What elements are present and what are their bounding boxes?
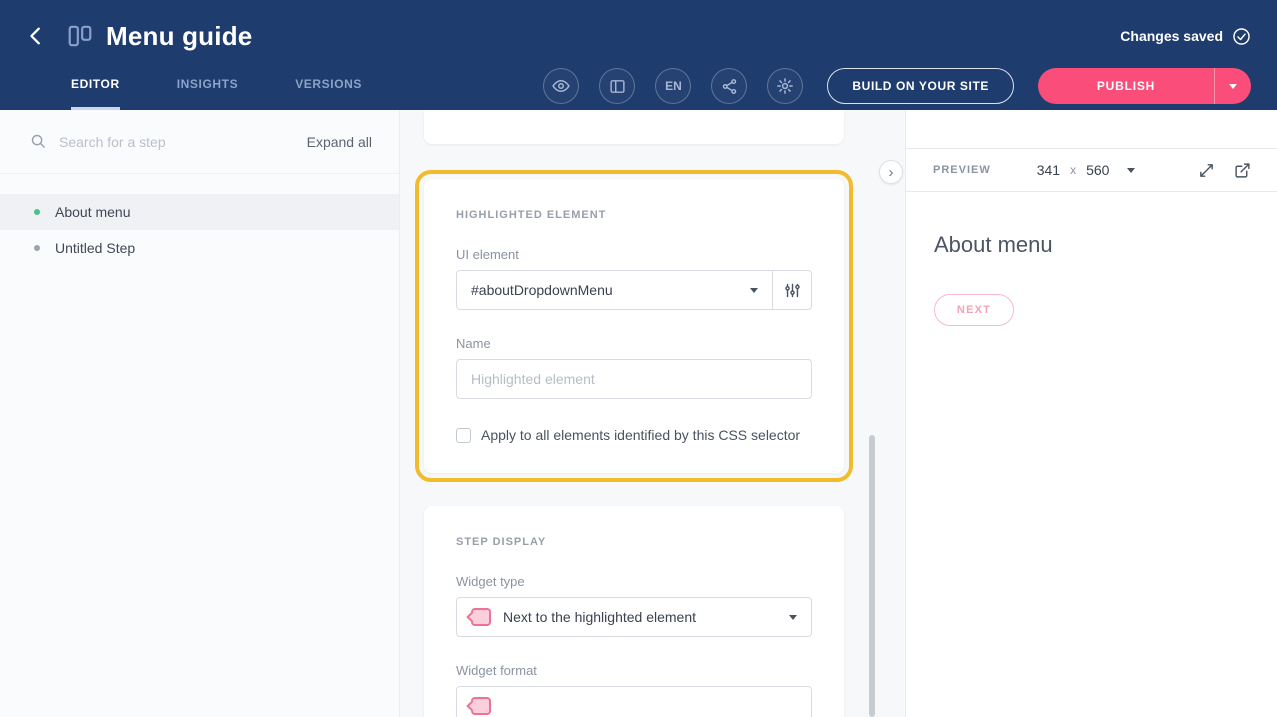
check-circle-icon bbox=[1232, 27, 1251, 46]
step-item-label: About menu bbox=[55, 204, 131, 220]
chevron-down-icon bbox=[1229, 84, 1237, 89]
chevron-down-icon bbox=[1127, 168, 1135, 173]
share-icon bbox=[721, 78, 738, 95]
preview-dimensions-dropdown[interactable]: 341 x 560 bbox=[1037, 162, 1136, 178]
tab-versions[interactable]: VERSIONS bbox=[295, 62, 362, 110]
tab-editor[interactable]: EDITOR bbox=[71, 62, 120, 110]
widget-format-label: Widget format bbox=[456, 663, 812, 678]
steps-sidebar: Expand all About menu Untitled Step bbox=[0, 110, 400, 717]
element-advanced-settings-button[interactable] bbox=[772, 270, 812, 310]
step-item-label: Untitled Step bbox=[55, 240, 135, 256]
settings-button[interactable] bbox=[767, 68, 803, 104]
share-button[interactable] bbox=[711, 68, 747, 104]
editor-scrollbar-thumb[interactable] bbox=[869, 435, 875, 717]
widget-format-select[interactable] bbox=[456, 686, 812, 717]
ui-element-row: #aboutDropdownMenu bbox=[456, 270, 812, 310]
expand-icon bbox=[1198, 162, 1215, 179]
element-name-input[interactable] bbox=[456, 359, 812, 399]
name-label: Name bbox=[456, 336, 812, 351]
dimension-separator: x bbox=[1070, 163, 1076, 177]
gear-icon bbox=[776, 77, 794, 95]
search-icon bbox=[30, 133, 47, 150]
build-on-your-site-button[interactable]: BUILD ON YOUR SITE bbox=[827, 68, 1014, 104]
preview-header-actions bbox=[1195, 159, 1253, 181]
expand-all-link[interactable]: Expand all bbox=[307, 134, 372, 150]
ui-element-select[interactable]: #aboutDropdownMenu bbox=[456, 270, 773, 310]
editor-panel: HIGHLIGHTED ELEMENT UI element #aboutDro… bbox=[400, 110, 905, 717]
changes-saved-status: Changes saved bbox=[1120, 27, 1251, 46]
language-button[interactable]: EN bbox=[655, 68, 691, 104]
highlighted-card-ring: HIGHLIGHTED ELEMENT UI element #aboutDro… bbox=[415, 170, 853, 482]
apply-all-label: Apply to all elements identified by this… bbox=[481, 427, 800, 443]
external-link-icon bbox=[1234, 162, 1251, 179]
search-input[interactable] bbox=[59, 134, 295, 150]
header-tabs: EDITOR INSIGHTS VERSIONS bbox=[71, 62, 362, 110]
publish-button[interactable]: PUBLISH bbox=[1038, 68, 1214, 104]
sliders-icon bbox=[784, 282, 801, 299]
language-label: EN bbox=[665, 79, 682, 93]
chevron-down-icon bbox=[789, 615, 797, 620]
eye-icon bbox=[552, 77, 570, 95]
page-title: Menu guide bbox=[106, 21, 252, 52]
tab-insights[interactable]: INSIGHTS bbox=[177, 62, 238, 110]
preview-panel: PREVIEW 341 x 560 About menu bbox=[905, 110, 1277, 717]
previous-settings-card-partial bbox=[424, 110, 844, 144]
step-item-about-menu[interactable]: About menu bbox=[0, 194, 399, 230]
widget-type-select[interactable]: Next to the highlighted element bbox=[456, 597, 812, 637]
ui-element-value: #aboutDropdownMenu bbox=[471, 282, 750, 298]
preview-label: PREVIEW bbox=[933, 164, 991, 176]
section-title: HIGHLIGHTED ELEMENT bbox=[456, 209, 812, 221]
header-actions: EN BUILD ON YOUR SITE PUBLISH bbox=[543, 68, 1251, 104]
step-status-dot bbox=[34, 245, 40, 251]
preview-eye-button[interactable] bbox=[543, 68, 579, 104]
header-title-row: Menu guide Changes saved bbox=[0, 0, 1277, 62]
tooltip-widget-icon bbox=[471, 608, 491, 626]
header-toolbar-row: EDITOR INSIGHTS VERSIONS EN bbox=[0, 62, 1277, 110]
preview-header: PREVIEW 341 x 560 bbox=[906, 148, 1277, 192]
main-body: Expand all About menu Untitled Step HIGH… bbox=[0, 110, 1277, 717]
ui-element-label: UI element bbox=[456, 247, 812, 262]
publish-dropdown-button[interactable] bbox=[1214, 68, 1251, 104]
app-root: Menu guide Changes saved EDITOR INSIGHTS… bbox=[0, 0, 1277, 717]
layout-icon bbox=[609, 78, 626, 95]
step-status-dot bbox=[34, 209, 40, 215]
step-display-card: STEP DISPLAY Widget type Next to the hig… bbox=[424, 506, 844, 717]
section-title: STEP DISPLAY bbox=[456, 536, 812, 548]
publish-button-group: PUBLISH bbox=[1038, 68, 1251, 104]
tooltip-widget-icon bbox=[471, 697, 491, 715]
top-header: Menu guide Changes saved EDITOR INSIGHTS… bbox=[0, 0, 1277, 110]
step-list: About menu Untitled Step bbox=[0, 174, 399, 266]
chevron-down-icon bbox=[750, 288, 758, 293]
expand-preview-button[interactable] bbox=[1195, 159, 1217, 181]
preview-step-title: About menu bbox=[934, 232, 1249, 258]
collapse-preview-button[interactable]: › bbox=[879, 160, 903, 184]
open-in-new-tab-button[interactable] bbox=[1231, 159, 1253, 181]
app-logo-icon bbox=[66, 23, 94, 49]
back-button[interactable] bbox=[22, 22, 50, 50]
highlighted-element-card: HIGHLIGHTED ELEMENT UI element #aboutDro… bbox=[424, 179, 844, 473]
step-search-row: Expand all bbox=[0, 110, 399, 174]
apply-all-row[interactable]: Apply to all elements identified by this… bbox=[456, 427, 812, 443]
layout-button[interactable] bbox=[599, 68, 635, 104]
preview-content: About menu NEXT bbox=[906, 192, 1277, 366]
widget-type-value: Next to the highlighted element bbox=[503, 609, 789, 625]
widget-type-label: Widget type bbox=[456, 574, 812, 589]
preview-width-value: 341 bbox=[1037, 162, 1060, 178]
step-item-untitled-step[interactable]: Untitled Step bbox=[0, 230, 399, 266]
chevron-left-icon bbox=[25, 25, 47, 47]
preview-next-button[interactable]: NEXT bbox=[934, 294, 1014, 326]
preview-height-value: 560 bbox=[1086, 162, 1109, 178]
apply-all-checkbox[interactable] bbox=[456, 428, 471, 443]
changes-saved-label: Changes saved bbox=[1120, 28, 1223, 44]
